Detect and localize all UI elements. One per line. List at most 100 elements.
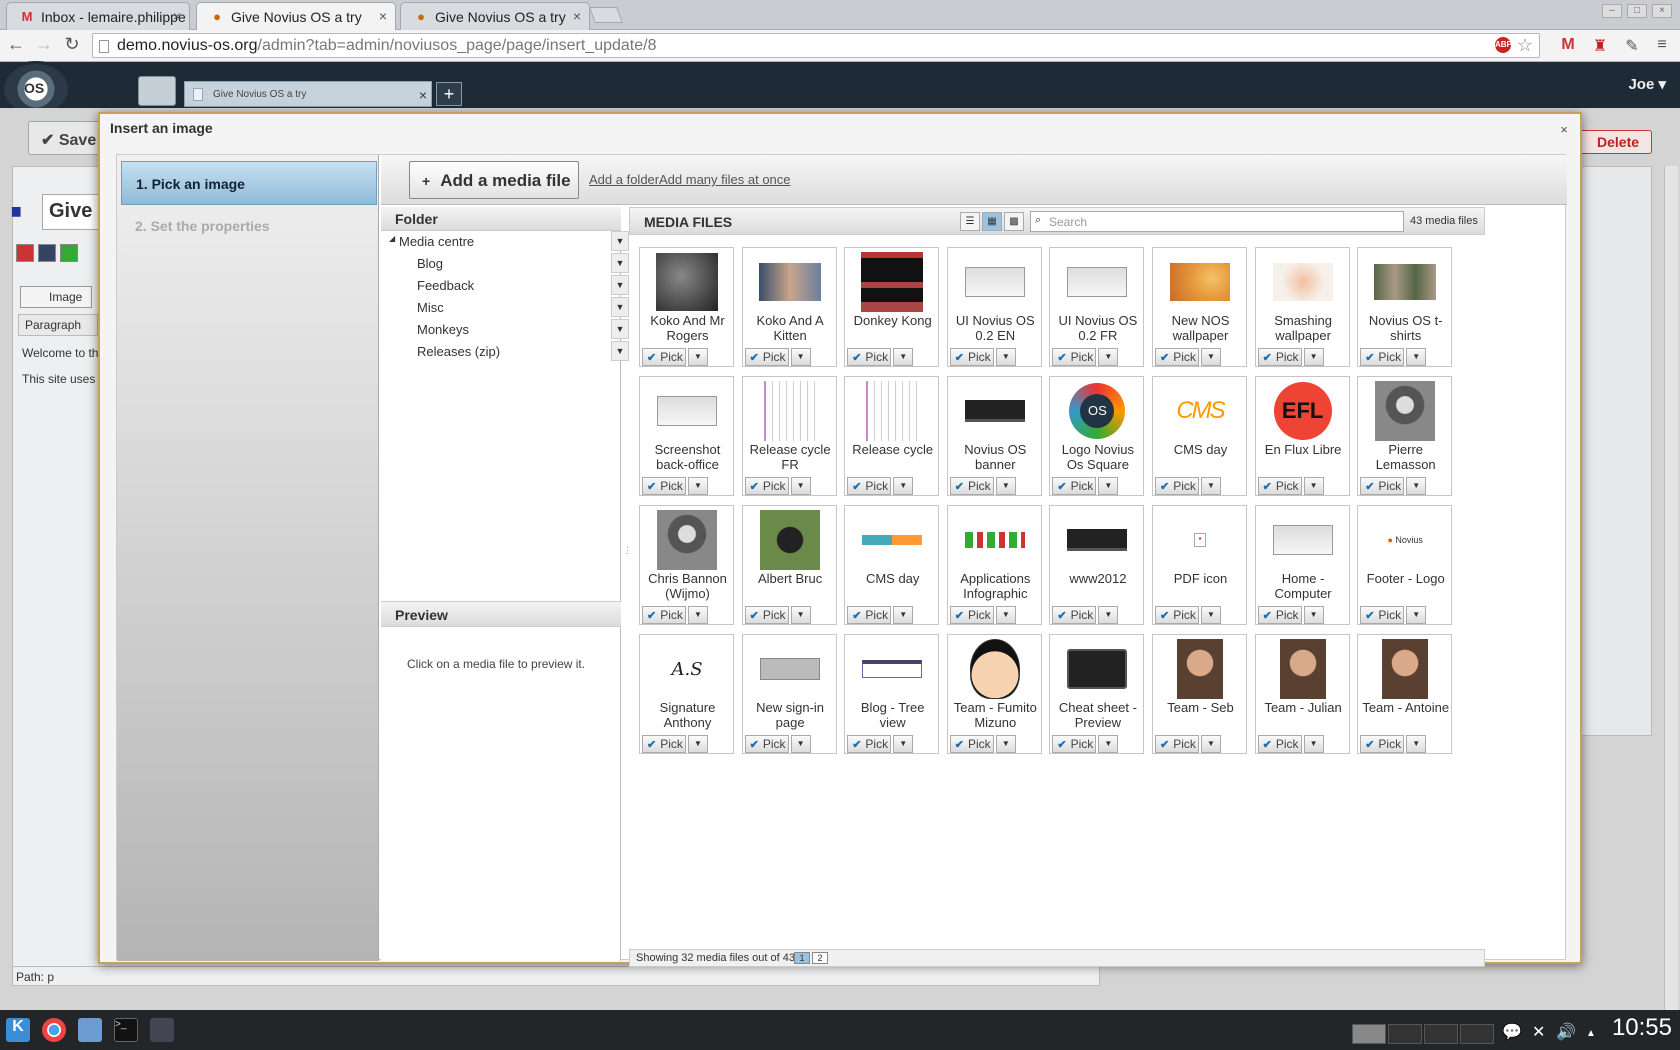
media-card[interactable]: New sign-in page ✔ Pick ▼ bbox=[741, 634, 837, 754]
media-card[interactable]: Smashing wallpaper ✔ Pick ▼ bbox=[1254, 247, 1350, 367]
chevron-down-icon[interactable]: ▼ bbox=[1098, 606, 1119, 624]
close-icon[interactable]: × bbox=[419, 87, 427, 103]
pick-button[interactable]: ✔ Pick bbox=[847, 477, 892, 495]
pick-button[interactable]: ✔ Pick bbox=[1052, 477, 1097, 495]
media-card[interactable]: Cheat sheet - Preview ✔ Pick ▼ bbox=[1049, 634, 1145, 754]
chevron-down-icon[interactable]: ▼ bbox=[1303, 735, 1324, 753]
folder-blog[interactable]: Blog bbox=[417, 256, 443, 271]
pick-button[interactable]: ✔ Pick bbox=[744, 606, 789, 624]
media-thumbnail[interactable] bbox=[1272, 252, 1334, 312]
media-thumbnail[interactable]: CMS bbox=[1169, 381, 1231, 441]
media-thumbnail[interactable] bbox=[759, 639, 821, 699]
maximize-button[interactable]: □ bbox=[1627, 4, 1647, 18]
desktop-1[interactable] bbox=[1352, 1024, 1386, 1044]
kde-menu-icon[interactable]: K bbox=[6, 1018, 30, 1042]
media-thumbnail[interactable] bbox=[861, 639, 923, 699]
media-card[interactable]: Home - Computer ✔ Pick ▼ bbox=[1254, 505, 1350, 625]
network-icon[interactable]: ✕ bbox=[1532, 1022, 1545, 1042]
pick-button[interactable]: ✔ Pick bbox=[847, 348, 892, 366]
desktop-3[interactable] bbox=[1424, 1024, 1458, 1044]
forward-icon[interactable]: → bbox=[32, 34, 56, 55]
chevron-down-icon[interactable]: ▼ bbox=[688, 348, 708, 366]
chevron-down-icon[interactable]: ▼ bbox=[1201, 735, 1221, 753]
media-card[interactable]: Koko And A Kitten ✔ Pick ▼ bbox=[741, 247, 837, 367]
grid-view-icon[interactable]: ▦ bbox=[982, 212, 1002, 231]
chevron-down-icon[interactable]: ▼ bbox=[688, 735, 708, 753]
chevron-down-icon[interactable]: ▼ bbox=[1098, 735, 1119, 753]
pick-button[interactable]: ✔ Pick bbox=[1155, 477, 1199, 495]
chevron-down-icon[interactable]: ▼ bbox=[1406, 606, 1427, 624]
tray-expand-icon[interactable]: ▲ bbox=[1586, 1028, 1596, 1039]
pick-button[interactable]: ✔ Pick bbox=[1052, 606, 1097, 624]
chevron-down-icon[interactable]: ▼ bbox=[995, 735, 1016, 753]
media-card[interactable]: Release cycle FR ✔ Pick ▼ bbox=[741, 376, 837, 496]
media-thumbnail[interactable] bbox=[1066, 252, 1128, 312]
pick-button[interactable]: ✔ Pick bbox=[1257, 606, 1302, 624]
chevron-down-icon[interactable]: ▼ bbox=[611, 319, 629, 339]
page-title-field[interactable]: Give bbox=[42, 194, 102, 230]
add-media-button[interactable]: + Add a media file bbox=[409, 161, 579, 199]
media-thumbnail[interactable] bbox=[1272, 639, 1334, 699]
chat-icon[interactable]: 💬 bbox=[1502, 1022, 1522, 1042]
status-green-icon[interactable] bbox=[60, 244, 78, 262]
media-card[interactable]: Release cycle ✔ Pick ▼ bbox=[844, 376, 940, 496]
pick-button[interactable]: ✔ Pick bbox=[949, 348, 994, 366]
bookmark-star-icon[interactable]: ☆ bbox=[1517, 35, 1533, 56]
chevron-down-icon[interactable]: ▼ bbox=[893, 477, 914, 495]
media-card[interactable]: Novius OS t-shirts ✔ Pick ▼ bbox=[1357, 247, 1453, 367]
chrome-icon[interactable] bbox=[42, 1018, 66, 1042]
media-thumbnail[interactable] bbox=[1374, 639, 1436, 699]
adblock-icon[interactable]: ABP bbox=[1495, 37, 1512, 53]
media-thumbnail[interactable]: EFL bbox=[1272, 381, 1334, 441]
media-card[interactable]: CMS day ✔ Pick ▼ bbox=[844, 505, 940, 625]
chevron-down-icon[interactable]: ▼ bbox=[790, 477, 811, 495]
browser-tab-novius-active[interactable]: ● Give Novius OS a try × bbox=[196, 2, 396, 30]
media-thumbnail[interactable] bbox=[759, 381, 821, 441]
address-bar[interactable]: demo.novius-os.org/admin?tab=admin/noviu… bbox=[92, 33, 1540, 58]
media-thumbnail[interactable]: ● Novius bbox=[1374, 510, 1436, 570]
media-thumbnail[interactable] bbox=[758, 252, 821, 312]
pick-button[interactable]: ✔ Pick bbox=[642, 735, 686, 753]
chevron-down-icon[interactable]: ▼ bbox=[688, 477, 708, 495]
chevron-down-icon[interactable]: ▼ bbox=[1201, 606, 1221, 624]
back-icon[interactable]: ← bbox=[4, 34, 28, 55]
media-card[interactable]: Team - Antoine ✔ Pick ▼ bbox=[1357, 634, 1453, 754]
chevron-down-icon[interactable]: ▼ bbox=[611, 231, 629, 251]
media-thumbnail[interactable] bbox=[759, 510, 821, 570]
media-card[interactable]: ▪ PDF icon ✔ Pick ▼ bbox=[1152, 505, 1247, 625]
delete-button[interactable]: Delete bbox=[1574, 130, 1652, 154]
add-tab-button[interactable]: + bbox=[436, 82, 462, 106]
pick-button[interactable]: ✔ Pick bbox=[744, 477, 789, 495]
app-desktop-tab[interactable] bbox=[138, 76, 176, 106]
desktop-2[interactable] bbox=[1388, 1024, 1422, 1044]
thumbnail-view-icon[interactable]: ▩ bbox=[1004, 212, 1024, 231]
chevron-down-icon[interactable]: ▼ bbox=[611, 341, 629, 361]
scrollbar[interactable] bbox=[1664, 166, 1678, 1010]
pick-button[interactable]: ✔ Pick bbox=[949, 477, 994, 495]
media-thumbnail[interactable] bbox=[656, 510, 718, 570]
page-1-button[interactable]: 1 bbox=[794, 952, 810, 964]
page-2-button[interactable]: 2 bbox=[812, 952, 828, 964]
media-thumbnail[interactable] bbox=[964, 381, 1026, 441]
add-many-files-link[interactable]: Add many files at once bbox=[659, 172, 791, 187]
close-tab-icon[interactable]: × bbox=[173, 8, 181, 24]
media-card[interactable]: Team - Seb ✔ Pick ▼ bbox=[1152, 634, 1247, 754]
media-card[interactable]: UI Novius OS 0.2 EN ✔ Pick ▼ bbox=[946, 247, 1042, 367]
pick-button[interactable]: ✔ Pick bbox=[744, 735, 789, 753]
status-red-icon[interactable] bbox=[16, 244, 34, 262]
media-thumbnail[interactable]: OS bbox=[1066, 381, 1128, 441]
browser-tab-novius[interactable]: ● Give Novius OS a try × bbox=[400, 2, 590, 30]
pick-button[interactable]: ✔ Pick bbox=[847, 606, 892, 624]
list-view-icon[interactable]: ☰ bbox=[960, 212, 980, 231]
chevron-down-icon[interactable]: ▼ bbox=[1303, 606, 1324, 624]
paragraph-select[interactable]: Paragraph bbox=[18, 314, 98, 336]
chevron-down-icon[interactable]: ▼ bbox=[611, 253, 629, 273]
chevron-down-icon[interactable]: ▼ bbox=[790, 348, 811, 366]
media-card[interactable]: EFL En Flux Libre ✔ Pick ▼ bbox=[1254, 376, 1350, 496]
chevron-down-icon[interactable]: ▼ bbox=[611, 275, 629, 295]
pick-button[interactable]: ✔ Pick bbox=[847, 735, 892, 753]
folder-misc[interactable]: Misc bbox=[417, 300, 444, 315]
image-button[interactable]: Image bbox=[20, 286, 92, 308]
pick-button[interactable]: ✔ Pick bbox=[1052, 735, 1097, 753]
media-card[interactable]: Novius OS banner ✔ Pick ▼ bbox=[946, 376, 1042, 496]
